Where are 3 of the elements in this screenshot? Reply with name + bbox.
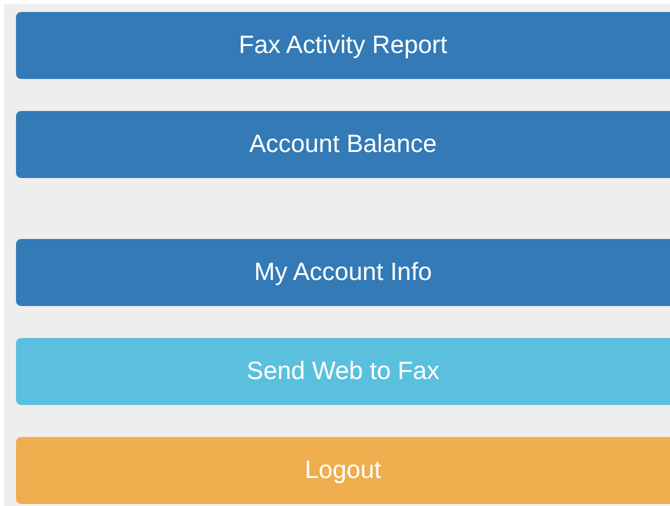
menu-button[interactable]: Fax Activity Report — [16, 12, 670, 79]
menu-button[interactable]: My Account Info — [16, 239, 670, 306]
menu-button[interactable]: Account Balance — [16, 111, 670, 178]
